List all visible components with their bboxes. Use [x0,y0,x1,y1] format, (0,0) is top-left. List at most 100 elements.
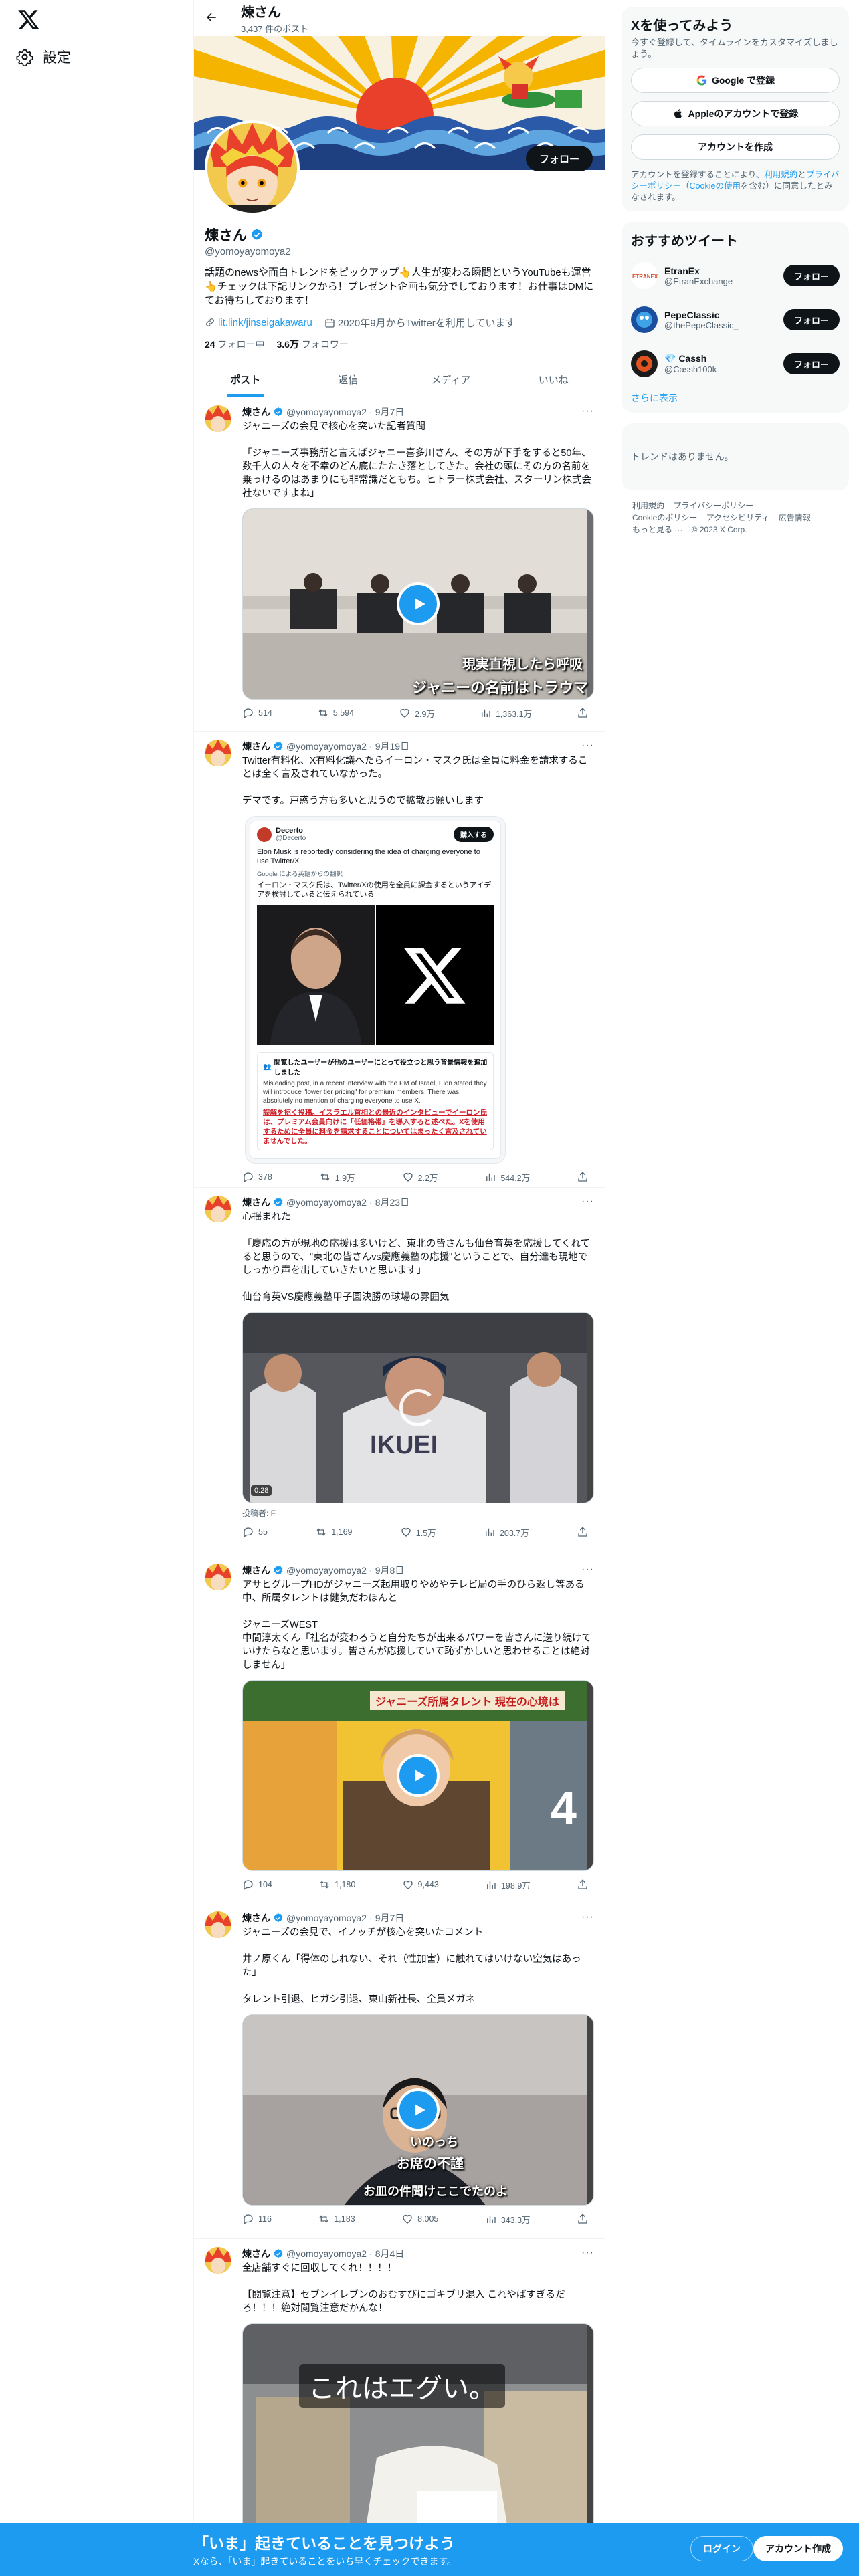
recommended-account[interactable]: 💎 Cassh @Cassh100k フォロー [631,342,840,386]
more-options-icon[interactable]: ··· [581,1196,594,1208]
apple-signup-button[interactable]: Appleのアカウントで登録 [631,101,840,126]
reply-button[interactable]: 514 [242,707,272,719]
tweet-author-handle[interactable]: @yomoyayomoya2 [286,2248,367,2259]
share-button[interactable] [577,707,589,719]
more-options-icon[interactable]: ··· [581,1911,594,1923]
tweet[interactable]: 煉さん @yomoyayomoya2 · 8月4日 ··· 全店舗すぐに回収して… [194,2239,605,2547]
tweet[interactable]: 煉さん @yomoyayomoya2 · 9月8日 ··· アサヒグループHDが… [194,1555,605,1903]
x-logo-icon[interactable] [17,8,41,32]
tweet-image-screenshot[interactable]: Decerto @Decerto 購入する Elon Musk is repor… [245,816,506,1164]
recommended-account[interactable]: ETRANEX EtranEx @EtranExchange フォロー [631,253,840,298]
tweet-avatar[interactable] [205,1564,231,1590]
views-button[interactable]: 343.3万 [485,2213,531,2226]
more-options-icon[interactable]: ··· [581,1564,594,1576]
share-button[interactable] [577,1526,589,1538]
reply-button[interactable]: 116 [242,2213,272,2225]
like-button[interactable]: 9,443 [402,1879,439,1891]
footer-ads-link[interactable]: 広告情報 [779,513,811,522]
tweet-date[interactable]: 9月7日 [375,1911,405,1925]
like-button[interactable]: 8,005 [401,2213,438,2225]
repost-button[interactable]: 1,183 [318,2213,355,2225]
views-button[interactable]: 198.9万 [485,1879,531,1891]
tweet-date[interactable]: 9月7日 [375,405,405,419]
footer-more-link[interactable]: もっと見る ··· [632,525,682,534]
repost-button[interactable]: 1,180 [318,1879,355,1891]
tweet-date[interactable]: 9月8日 [375,1564,405,1577]
cookie-link[interactable]: Cookieの使用 [690,181,741,191]
footer-terms-link[interactable]: 利用規約 [632,501,664,510]
tweet-date[interactable]: 8月23日 [375,1196,409,1209]
create-account-button[interactable]: アカウントを作成 [631,134,840,160]
follow-button[interactable]: フォロー [525,146,593,171]
show-more-link[interactable]: さらに表示 [631,391,840,405]
footer-accessibility-link[interactable]: アクセシビリティ [706,513,770,522]
tweet-video[interactable]: 4 ジャニーズ所属タレント 現在の心境は [242,1680,594,1871]
tweet[interactable]: 煉さん @yomoyayomoya2 · 8月23日 ··· 心揺まれた 「慶応… [194,1188,605,1555]
tweet-avatar[interactable] [205,2247,231,2274]
share-button[interactable] [577,2213,589,2225]
repost-button[interactable]: 1.9万 [319,1171,355,1184]
like-button[interactable]: 1.5万 [400,1526,436,1539]
like-button[interactable]: 2.9万 [399,707,435,720]
tweet-author-name[interactable]: 煉さん [242,1564,270,1577]
tab-media[interactable]: メディア [399,362,502,397]
following-link[interactable]: 24 フォロー中 [205,338,264,351]
tweet-author-handle[interactable]: @yomoyayomoya2 [286,1565,367,1576]
tweet-author-handle[interactable]: @yomoyayomoya2 [286,1197,367,1208]
tab-likes[interactable]: いいね [502,362,605,397]
repost-button[interactable]: 1,169 [315,1526,352,1538]
footer-cookie-link[interactable]: Cookieのポリシー [632,513,697,522]
reply-button[interactable]: 104 [242,1879,272,1891]
tweet-avatar[interactable] [205,1911,231,1938]
terms-link[interactable]: 利用規約 [764,170,797,179]
reply-button[interactable]: 55 [242,1526,268,1538]
back-arrow-icon[interactable] [205,11,219,25]
rec-follow-button[interactable]: フォロー [783,353,840,374]
play-button[interactable] [397,2088,440,2131]
views-button[interactable]: 544.2万 [484,1171,530,1184]
profile-link[interactable]: lit.link/jinseigakawaru [218,317,312,328]
more-options-icon[interactable]: ··· [581,740,594,752]
tweet-video[interactable]: これはエグい。 [242,2323,594,2544]
tweet-video[interactable]: 現実直視したら呼吸 ジャニーの名前はトラウマ [242,508,594,700]
tweet[interactable]: 煉さん @yomoyayomoya2 · 9月19日 ··· Twitter有料… [194,732,605,1188]
google-signup-button[interactable]: Google で登録 [631,68,840,93]
recommended-account[interactable]: PepeClassic @thePepeClassic_ フォロー [631,298,840,342]
footer-privacy-link[interactable]: プライバシーポリシー [673,501,753,510]
views-button[interactable]: 1,363.1万 [480,707,532,720]
more-options-icon[interactable]: ··· [581,405,594,417]
tweet-date[interactable]: 9月19日 [375,740,409,753]
repost-button[interactable]: 5,594 [317,707,354,719]
views-button[interactable]: 203.7万 [484,1526,529,1539]
tweet-video[interactable]: IKUEI 0:28 [242,1312,594,1503]
video-credit[interactable]: 投稿者: F [242,1507,594,1519]
play-button[interactable] [397,582,440,625]
tweet[interactable]: 煉さん @yomoyayomoya2 · 9月7日 ··· ジャニーズの会見で、… [194,1903,605,2239]
share-button[interactable] [577,1171,589,1183]
tweet-author-handle[interactable]: @yomoyayomoya2 [286,1913,367,1923]
reply-button[interactable]: 378 [242,1171,272,1183]
tweet-author-name[interactable]: 煉さん [242,1196,270,1209]
tweet-date[interactable]: 8月4日 [375,2247,405,2260]
tweet-author-name[interactable]: 煉さん [242,1911,270,1925]
profile-link-row[interactable]: lit.link/jinseigakawaru [205,317,312,328]
tweet-author-name[interactable]: 煉さん [242,405,270,419]
tweet-author-handle[interactable]: @yomoyayomoya2 [286,407,367,417]
like-button[interactable]: 2.2万 [402,1171,438,1184]
tweet-avatar[interactable] [205,1196,231,1222]
nav-settings[interactable]: 設定 [16,47,71,67]
rec-follow-button[interactable]: フォロー [783,265,840,286]
tweet-author-name[interactable]: 煉さん [242,2247,270,2260]
tweet[interactable]: 煉さん @yomoyayomoya2 · 9月7日 ··· ジャニーズの会見で核… [194,397,605,732]
signup-button[interactable]: アカウント作成 [753,2536,843,2561]
tweet-author-handle[interactable]: @yomoyayomoya2 [286,741,367,752]
tweet-avatar[interactable] [205,405,231,432]
tab-posts[interactable]: ポスト [194,362,297,397]
tweet-author-name[interactable]: 煉さん [242,740,270,753]
rec-follow-button[interactable]: フォロー [783,309,840,330]
tab-replies[interactable]: 返信 [297,362,400,397]
more-options-icon[interactable]: ··· [581,2247,594,2259]
play-button[interactable] [397,1754,440,1797]
tweet-avatar[interactable] [205,740,231,766]
login-button[interactable]: ログイン [690,2536,753,2561]
